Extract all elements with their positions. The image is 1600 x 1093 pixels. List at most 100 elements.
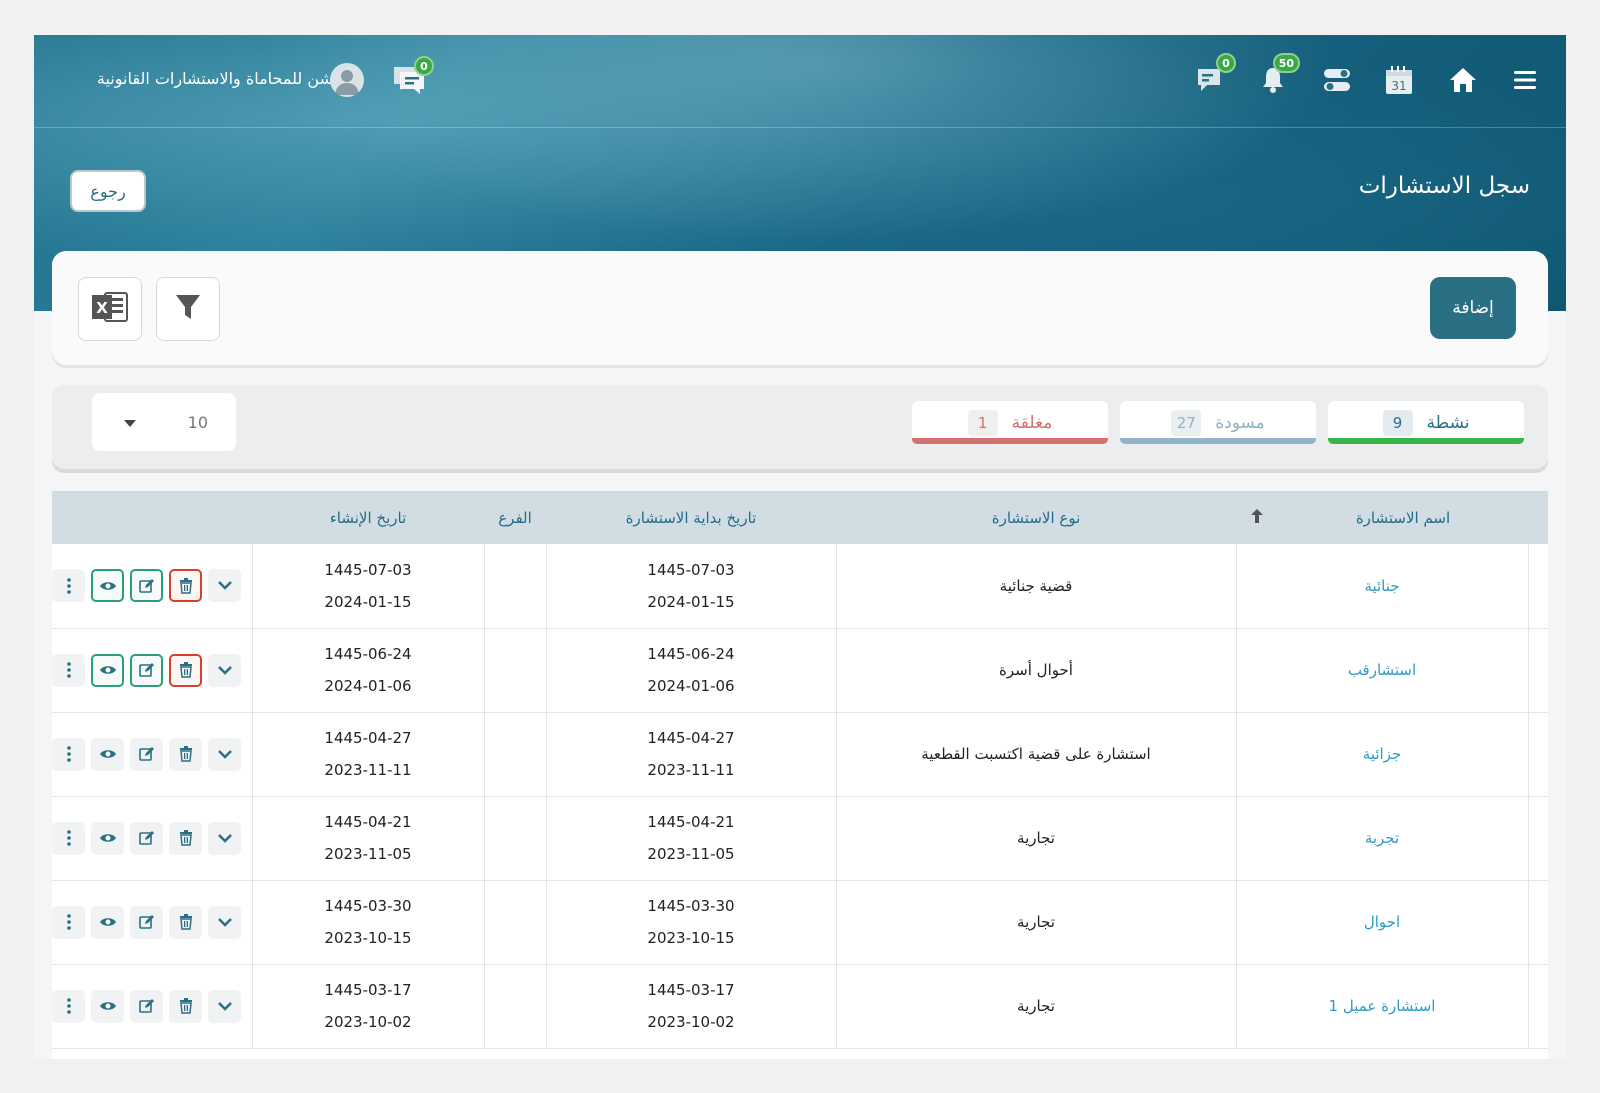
edit-icon[interactable]	[130, 653, 163, 687]
delete-trash-icon[interactable]	[169, 737, 202, 771]
view-eye-icon[interactable]	[91, 905, 124, 939]
expand-chevron-down-icon[interactable]	[208, 821, 241, 855]
row-branch	[483, 628, 546, 712]
row-created-date: 1445-06-24 2024-01-06	[251, 628, 484, 712]
tab-draft-indicator	[1120, 438, 1316, 444]
menu-icon[interactable]	[1508, 63, 1542, 97]
row-number: 6	[1527, 964, 1548, 1048]
more-options-icon[interactable]	[52, 989, 85, 1023]
col-start-date[interactable]: تاريخ بداية الاستشارة	[546, 491, 836, 544]
start-date-hijri: 1445-03-17	[647, 981, 735, 999]
col-name[interactable]: اسم الاستشارة	[1278, 491, 1528, 544]
delete-trash-icon[interactable]	[169, 653, 202, 687]
col-number: #	[1528, 491, 1548, 544]
row-name-cell: جنائية	[1235, 544, 1528, 628]
page-size-select[interactable]: 10	[92, 393, 236, 451]
row-created-date: 1445-07-03 2024-01-15	[251, 544, 484, 628]
delete-trash-icon[interactable]	[169, 989, 202, 1023]
more-options-icon[interactable]	[52, 569, 85, 603]
view-eye-icon[interactable]	[91, 821, 124, 855]
row-number: 5	[1527, 880, 1548, 964]
more-options-icon[interactable]	[52, 905, 85, 939]
row-type: تجارية	[835, 964, 1236, 1048]
start-date-hijri: 1445-04-21	[647, 813, 735, 831]
view-eye-icon[interactable]	[91, 737, 124, 771]
table-row[interactable]: 2 استشارقب أحوال أسرة 1445-06-24 2024-01…	[52, 628, 1548, 712]
created-date-gregorian: 2024-01-06	[324, 677, 412, 695]
col-branch[interactable]: الفرع	[484, 491, 546, 544]
more-options-icon[interactable]	[52, 737, 85, 771]
created-date-hijri: 1445-07-03	[324, 560, 412, 579]
row-start-date: 1445-04-27 2023-11-11	[545, 712, 836, 796]
tab-closed-count: 1	[967, 409, 998, 436]
view-eye-icon[interactable]	[91, 653, 124, 687]
row-actions	[52, 712, 252, 796]
add-button[interactable]: إضافة	[1430, 277, 1516, 339]
sort-arrow-up-icon[interactable]	[1250, 508, 1264, 528]
tab-closed[interactable]: مغلقة 1	[912, 401, 1108, 444]
calendar-icon[interactable]: 31	[1382, 63, 1416, 97]
col-sort[interactable]	[1236, 491, 1278, 544]
filter-button[interactable]	[156, 277, 220, 341]
row-start-date: 1445-03-17 2023-10-02	[545, 964, 836, 1048]
row-start-date: 1445-04-21 2023-11-05	[545, 796, 836, 880]
table-row[interactable]: 3 جزائية استشارة على قضية اكتسبت القطعية…	[52, 712, 1548, 796]
expand-chevron-down-icon[interactable]	[208, 905, 241, 939]
delete-trash-icon[interactable]	[169, 905, 202, 939]
created-date-gregorian: 2023-10-02	[324, 1013, 412, 1031]
edit-icon[interactable]	[130, 737, 163, 771]
edit-icon[interactable]	[130, 821, 163, 855]
start-date-gregorian: 2024-01-15	[647, 592, 735, 611]
row-created-date: 1445-03-30 2023-10-15	[251, 880, 484, 964]
expand-chevron-down-icon[interactable]	[208, 653, 241, 687]
chat-badge: 0	[414, 56, 434, 76]
table-row[interactable]: 5 احوال تجارية 1445-03-30 2023-10-15 144…	[52, 880, 1548, 964]
view-eye-icon[interactable]	[91, 989, 124, 1023]
table-row[interactable]: 1 جنائية قضية جنائية 1445-07-03 2024-01-…	[52, 544, 1548, 628]
edit-icon[interactable]	[130, 905, 163, 939]
consultation-name-link[interactable]: استشارقب	[1348, 661, 1416, 679]
consultation-name-link[interactable]: تجربة	[1365, 829, 1399, 847]
toggle-settings-icon[interactable]	[1320, 63, 1354, 97]
row-actions	[52, 628, 252, 712]
row-number: 2	[1527, 628, 1548, 712]
more-options-icon[interactable]	[52, 653, 85, 687]
table-row[interactable]: 6 استشارة عميل 1 تجارية 1445-03-17 2023-…	[52, 964, 1548, 1048]
more-options-icon[interactable]	[52, 821, 85, 855]
back-button[interactable]: رجوع	[70, 170, 146, 212]
expand-chevron-down-icon[interactable]	[208, 569, 241, 603]
view-eye-icon[interactable]	[91, 569, 124, 603]
created-date-gregorian: 2023-10-15	[324, 929, 412, 947]
start-date-hijri: 1445-03-30	[647, 897, 735, 915]
consultation-name-link[interactable]: جزائية	[1363, 745, 1401, 763]
consultation-name-link[interactable]: احوال	[1364, 913, 1400, 931]
consultation-name-link[interactable]: جنائية	[1364, 577, 1399, 595]
edit-icon[interactable]	[130, 989, 163, 1023]
delete-trash-icon[interactable]	[169, 821, 202, 855]
col-type[interactable]: نوع الاستشارة	[836, 491, 1236, 544]
row-created-date: 1445-04-27 2023-11-11	[251, 712, 484, 796]
expand-chevron-down-icon[interactable]	[208, 989, 241, 1023]
row-branch	[483, 544, 546, 628]
export-excel-button[interactable]: X	[78, 277, 142, 341]
row-branch	[483, 712, 546, 796]
home-icon[interactable]	[1446, 63, 1480, 97]
table-row[interactable]: 4 تجربة تجارية 1445-04-21 2023-11-05 144…	[52, 796, 1548, 880]
row-name-cell: استشارقب	[1235, 628, 1528, 712]
row-actions	[52, 880, 252, 964]
top-navbar: 31 50 0 الكشن للمحاماة والاستشارات القان…	[34, 35, 1566, 128]
user-avatar[interactable]	[330, 63, 364, 97]
delete-trash-icon[interactable]	[169, 569, 202, 603]
tab-active[interactable]: نشطة 9	[1328, 401, 1524, 444]
row-name-cell: تجربة	[1235, 796, 1528, 880]
row-start-date: 1445-06-24 2024-01-06	[545, 628, 836, 712]
organization-name: الكشن للمحاماة والاستشارات القانونية	[96, 69, 352, 88]
consultation-name-link[interactable]: استشارة عميل 1	[1329, 997, 1436, 1015]
excel-icon: X	[91, 289, 129, 329]
col-created-date[interactable]: تاريخ الإنشاء	[252, 491, 484, 544]
tab-draft-label: مسودة	[1215, 412, 1265, 433]
expand-chevron-down-icon[interactable]	[208, 737, 241, 771]
chevron-down-icon	[124, 413, 136, 432]
edit-icon[interactable]	[130, 569, 163, 603]
tab-draft[interactable]: مسودة 27	[1120, 401, 1316, 444]
